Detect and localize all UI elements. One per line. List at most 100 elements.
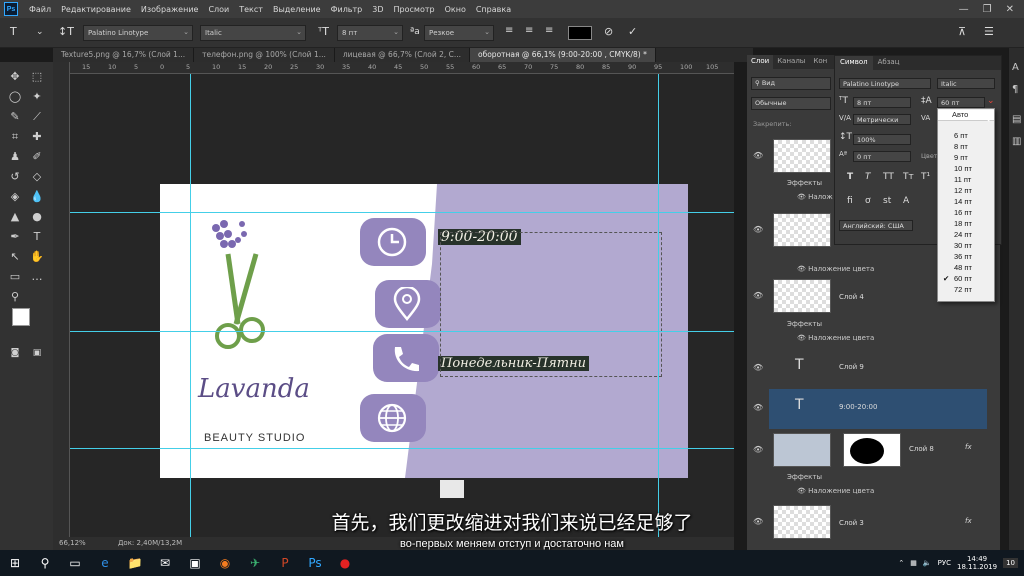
type-tool-icon[interactable]: T [10,25,17,38]
tab-licevaya[interactable]: лицевая @ 66,7% (Слой 2, С... [334,48,470,62]
layer-effects-label[interactable]: Эффекты [787,473,822,481]
layer-effect-item[interactable]: 👁 Налож [797,193,833,201]
layer-effects-label[interactable]: Эффекты [787,179,822,187]
eye-icon[interactable]: 👁 [753,151,763,160]
char-baseline-shift[interactable]: 0 пт [853,151,911,162]
char-font-family[interactable]: Palatino Linotype [839,78,931,89]
ligatures-button[interactable]: fi [847,196,853,206]
tab-paths[interactable]: Кон [809,55,831,69]
keyboard-language[interactable]: РУС [938,559,951,567]
eye-icon[interactable]: 👁 [753,403,763,412]
hand-tool-icon[interactable]: ✋ [28,248,46,266]
menu-image[interactable]: Изображение [136,5,204,14]
properties-panel-icon[interactable]: ▤ [1012,114,1021,125]
font-size-select[interactable]: 8 пт ⌄ [337,25,403,41]
record-icon[interactable]: ● [330,550,360,576]
eyedropper-tool-icon[interactable]: ✎ [6,108,24,126]
search-icon[interactable]: ⚲ [30,550,60,576]
menu-window[interactable]: Окно [440,5,471,14]
leading-option[interactable]: 6 пт [938,131,994,142]
char-language[interactable]: Английский: США [839,220,913,231]
task-view-icon[interactable]: ▭ [60,550,90,576]
layer-effect-item[interactable]: 👁 Наложение цвета [797,265,874,273]
font-family-select[interactable]: Palatino Linotype ⌄ [83,25,193,41]
eye-icon[interactable]: 👁 [753,225,763,234]
guide-vertical[interactable] [658,74,659,537]
guide-horizontal[interactable] [70,448,734,449]
network-icon[interactable]: ▦ [910,559,917,567]
eraser-tool-icon[interactable]: ◇ [28,168,46,186]
foreground-color-swatch[interactable] [12,308,30,326]
layer-row[interactable]: 👁 Слой 8 fx [753,431,987,471]
guide-vertical[interactable] [190,74,191,537]
guide-horizontal[interactable] [70,331,734,332]
tab-telefon[interactable]: телефон.png @ 100% (Слой 1... [194,48,335,62]
eye-icon[interactable]: 👁 [753,445,763,454]
eye-icon[interactable]: 👁 [753,291,763,300]
leading-option[interactable]: 24 пт [938,230,994,241]
layer-effects-label[interactable]: Эффекты [787,320,822,328]
leading-option[interactable]: 11 пт [938,175,994,186]
menu-filter[interactable]: Фильтр [326,5,368,14]
tab-texture5[interactable]: Texture5.png @ 16,7% (Слой 1... [53,48,195,62]
fx-badge[interactable]: fx [965,443,972,451]
all-caps-button[interactable]: TT [883,172,894,182]
tab-layers[interactable]: Слои [747,55,774,69]
history-brush-tool-icon[interactable]: ↺ [6,168,24,186]
char-leading[interactable]: 60 пт [937,97,985,108]
text-color-swatch[interactable] [568,26,592,40]
tab-paragraph[interactable]: Абзац [873,56,905,70]
char-kerning[interactable]: Метрически [853,114,911,125]
lasso-tool-icon[interactable]: ◯ [6,88,24,106]
menu-view[interactable]: Просмотр [389,5,440,14]
menu-3d[interactable]: 3D [367,5,388,14]
layer-search-input[interactable]: ⚲ Вид [751,77,831,90]
menu-edit[interactable]: Редактирование [56,5,136,14]
notifications-badge[interactable]: 10 [1003,558,1018,568]
warp-text-icon[interactable]: ⊼ [958,25,966,38]
char-font-size[interactable]: 8 пт [853,97,911,108]
text-bounding-box[interactable] [440,232,662,377]
char-vertical-scale[interactable]: 100% [853,134,911,145]
superscript-button[interactable]: T¹ [921,172,930,182]
zoom-tool-icon[interactable]: ⚲ [6,288,24,306]
libraries-panel-icon[interactable]: ▥ [1012,136,1021,147]
faux-italic-button[interactable]: T [865,172,871,182]
leading-option[interactable]: 18 пт [938,219,994,230]
guide-horizontal[interactable] [70,212,734,213]
chevron-down-icon[interactable]: ⌄ [987,96,995,106]
alternates-button[interactable]: ơ [865,196,871,206]
maximize-button[interactable]: ❐ [983,4,992,15]
leading-option[interactable]: 12 пт [938,186,994,197]
type-tool-icon[interactable]: T [28,228,46,246]
minimize-button[interactable]: — [959,4,969,15]
tray-up-icon[interactable]: ⌃ [898,559,904,567]
media-player-icon[interactable]: ▣ [180,550,210,576]
cancel-icon[interactable]: ⊘ [604,25,613,38]
menu-type[interactable]: Текст [234,5,268,14]
small-caps-button[interactable]: Tт [903,172,914,182]
menu-file[interactable]: Файл [24,5,56,14]
font-style-select[interactable]: Italic ⌄ [200,25,306,41]
blur-tool-icon[interactable]: 💧 [28,188,46,206]
faux-bold-button[interactable]: T [847,172,853,182]
move-tool-icon[interactable]: ✥ [6,68,24,86]
leading-option[interactable]: 9 пт [938,153,994,164]
eye-icon[interactable]: 👁 [753,363,763,372]
tab-character[interactable]: Символ [835,56,873,70]
leading-option[interactable]: 30 пт [938,241,994,252]
layer-row-selected[interactable]: 👁 T 9:00-20:00 [753,389,987,429]
panel-menu-icon[interactable]: ☰ [984,25,994,38]
commit-check-icon[interactable]: ✓ [628,25,637,38]
leading-option[interactable]: 16 пт [938,208,994,219]
more-tools-icon[interactable]: … [28,268,46,286]
menu-layers[interactable]: Слои [203,5,234,14]
crop-tool-icon[interactable]: ⌗ [6,128,24,146]
blend-mode-select[interactable]: Обычные [751,97,831,110]
swash-button[interactable]: A [903,196,909,206]
leading-option-selected[interactable]: 60 пт [938,274,994,285]
firefox-icon[interactable]: ◉ [210,550,240,576]
edge-browser-icon[interactable]: e [90,550,120,576]
pen-tool-icon[interactable]: ✒ [6,228,24,246]
magic-wand-tool-icon[interactable]: ✦ [28,88,46,106]
